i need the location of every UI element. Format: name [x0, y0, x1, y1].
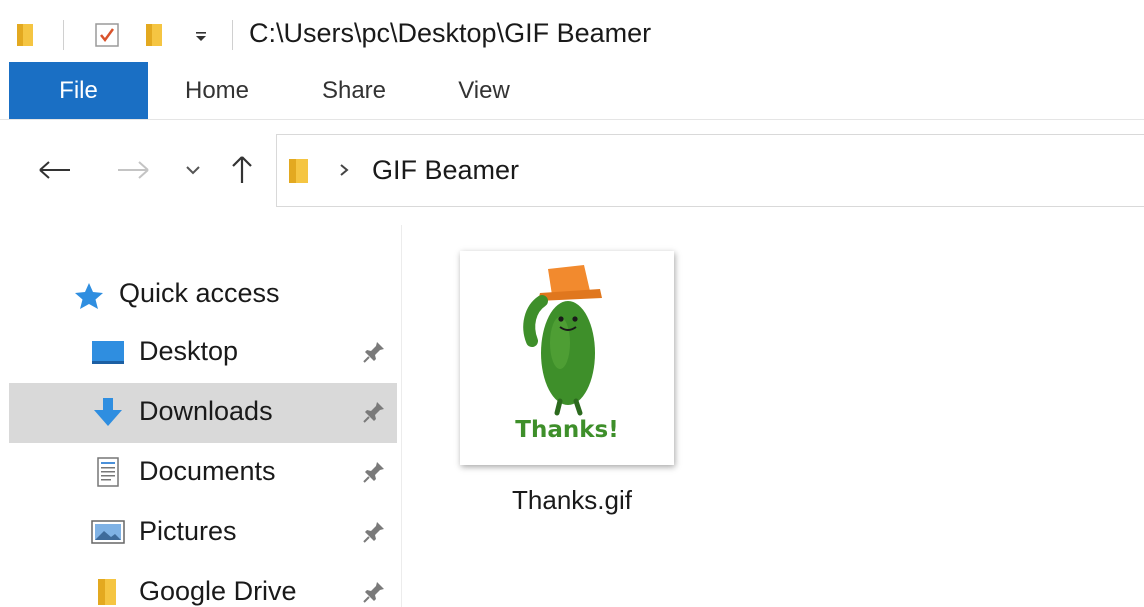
sidebar-item-quick-access[interactable]: Quick access — [9, 265, 397, 325]
title-bar: C:\Users\pc\Desktop\GIF Beamer — [0, 0, 1144, 62]
sidebar-item-documents[interactable]: Documents — [9, 443, 397, 503]
pin-icon[interactable] — [361, 399, 387, 425]
sidebar-item-downloads[interactable]: Downloads — [9, 383, 397, 443]
pictures-icon — [91, 520, 125, 544]
folder-icon — [289, 159, 308, 183]
chevron-down-icon — [186, 166, 200, 175]
back-button[interactable] — [30, 150, 80, 190]
arrow-right-icon — [118, 161, 149, 179]
sidebar-item-label: Quick access — [119, 278, 280, 308]
tab-view[interactable]: View — [450, 62, 518, 119]
download-arrow-icon — [94, 398, 122, 426]
new-folder-icon[interactable] — [145, 22, 165, 48]
thumbnail-caption: Thanks! — [515, 417, 618, 443]
sidebar-item-label: Documents — [139, 456, 276, 486]
ribbon-tabs: File Home Share View — [0, 62, 1144, 120]
file-item[interactable]: Thanks! Thanks.gif — [452, 245, 692, 535]
tab-home[interactable]: Home — [176, 62, 258, 119]
file-list: Thanks! Thanks.gif — [402, 225, 1144, 607]
folder-icon — [98, 579, 116, 605]
recent-locations-button[interactable] — [177, 150, 209, 190]
star-icon — [75, 283, 103, 309]
toolbar-separator — [63, 20, 64, 50]
arrow-up-icon — [232, 156, 252, 183]
window-title-path: C:\Users\pc\Desktop\GIF Beamer — [249, 18, 652, 48]
folder-icon — [17, 24, 33, 46]
sidebar-item-label: Desktop — [139, 336, 239, 366]
document-icon — [97, 457, 119, 487]
forward-button[interactable] — [108, 150, 158, 190]
navigation-pane: Quick access Desktop Downloads Documents… — [0, 225, 402, 607]
sidebar-item-label: Pictures — [139, 516, 237, 546]
toolbar-separator — [232, 20, 233, 50]
bean-character-thumbnail: Thanks! — [515, 265, 619, 443]
pin-icon[interactable] — [361, 459, 387, 485]
tab-share[interactable]: Share — [315, 62, 393, 119]
navigation-bar: GIF Beamer — [0, 120, 1144, 225]
sidebar-item-label: Downloads — [139, 396, 273, 426]
sidebar-item-desktop[interactable]: Desktop — [9, 323, 397, 383]
quick-access-toolbar-dropdown-icon[interactable] — [191, 25, 211, 47]
pin-icon[interactable] — [361, 519, 387, 545]
pin-icon[interactable] — [361, 579, 387, 605]
sidebar-item-google-drive[interactable]: Google Drive — [9, 563, 397, 607]
breadcrumb-current-folder[interactable]: GIF Beamer — [372, 155, 519, 186]
up-button[interactable] — [222, 150, 262, 190]
file-thumbnail: Thanks! — [460, 251, 674, 465]
desktop-icon — [92, 341, 124, 364]
file-name: Thanks.gif — [512, 485, 632, 515]
address-bar[interactable]: GIF Beamer — [276, 134, 1144, 207]
properties-check-icon[interactable] — [93, 21, 121, 49]
chevron-right-icon[interactable] — [337, 157, 351, 183]
sidebar-item-label: Google Drive — [139, 576, 297, 606]
sidebar-item-pictures[interactable]: Pictures — [9, 503, 397, 563]
pin-icon[interactable] — [361, 339, 387, 365]
arrow-left-icon — [39, 161, 70, 179]
tab-file[interactable]: File — [9, 62, 148, 119]
